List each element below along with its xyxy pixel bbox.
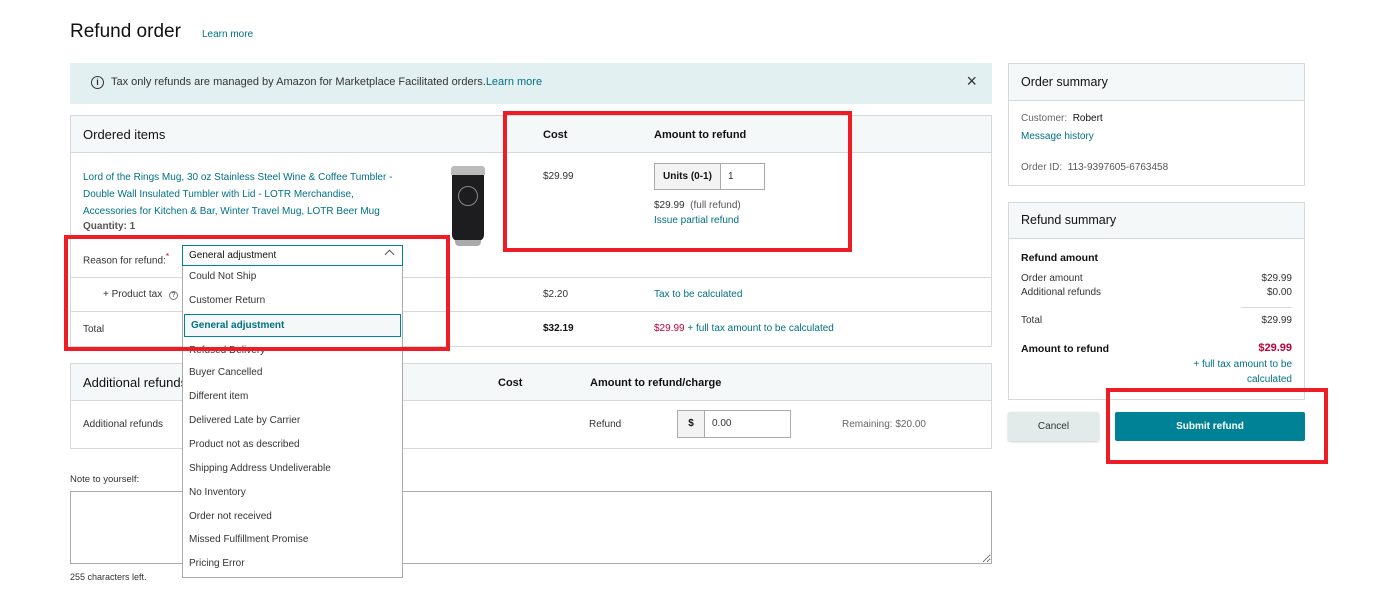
- tax-label-text: + Product tax: [103, 289, 163, 300]
- reason-option[interactable]: Pricing Error: [183, 553, 402, 575]
- reason-option[interactable]: No Inventory: [183, 482, 402, 504]
- info-icon: i: [91, 76, 104, 89]
- units-input[interactable]: 1: [721, 164, 734, 189]
- reason-option[interactable]: Refused Delivery: [183, 340, 402, 362]
- additional-refunds-summary: $0.00: [1266, 287, 1292, 298]
- learn-more-link[interactable]: Learn more: [202, 29, 253, 40]
- amount-to-refund: $29.99: [1258, 342, 1292, 354]
- reason-option[interactable]: Order not received: [183, 506, 402, 528]
- submit-refund-button[interactable]: Submit refund: [1115, 412, 1305, 441]
- product-tax-label: + Product tax ?: [103, 289, 178, 300]
- help-icon[interactable]: ?: [168, 291, 178, 300]
- quantity-value: 1: [129, 221, 136, 232]
- quantity: Quantity: 1: [83, 221, 135, 232]
- tax-amount: Tax to be calculated: [654, 289, 743, 300]
- amount-to-refund-note: + full tax amount to be calculated: [1193, 359, 1292, 385]
- product-image: [449, 166, 487, 248]
- amount-to-refund-label: Amount to refund: [1021, 343, 1110, 355]
- order-summary-header: Order summary: [1021, 75, 1108, 89]
- note-label: Note to yourself:: [70, 474, 140, 485]
- reason-option[interactable]: Delivered Late by Carrier: [183, 410, 402, 432]
- summary-total-label: Total: [1021, 315, 1043, 326]
- reason-selected-value: General adjustment: [189, 250, 277, 261]
- additional-refunds-label: Additional refunds: [83, 419, 164, 430]
- amount-header: Amount to refund: [654, 129, 747, 141]
- reason-option[interactable]: Different item: [183, 386, 402, 408]
- cancel-button[interactable]: Cancel: [1008, 412, 1099, 441]
- banner-text: Tax only refunds are managed by Amazon f…: [111, 76, 542, 88]
- total-refund-note: + full tax amount to be calculated: [687, 323, 834, 334]
- reason-option[interactable]: Shipping Address Undeliverable: [183, 458, 402, 480]
- ordered-items-header: Ordered items: [83, 127, 166, 142]
- refund-type: Refund: [589, 419, 622, 430]
- remaining-amount: Remaining: $20.00: [842, 419, 926, 430]
- customer-name: Robert: [1072, 113, 1103, 124]
- reason-option[interactable]: Could Not Ship: [183, 266, 402, 288]
- additional-amount-header: Amount to refund/charge: [590, 377, 722, 389]
- additional-refunds-header: Additional refunds: [83, 375, 188, 390]
- total-cost: $32.19: [543, 323, 574, 334]
- banner-message: Tax only refunds are managed by Amazon f…: [111, 76, 486, 88]
- cost-header: Cost: [543, 129, 568, 141]
- total-refund-value: $29.99: [654, 323, 685, 334]
- chars-left: 255 characters left.: [70, 572, 147, 582]
- chevron-up-icon: [384, 249, 395, 260]
- banner-learn-more-link[interactable]: Learn more: [486, 76, 542, 88]
- issue-partial-refund-link[interactable]: Issue partial refund: [654, 215, 739, 226]
- order-summary-card: Order summary Customer: Robert Message h…: [1008, 63, 1305, 186]
- additional-refunds-summary-label: Additional refunds: [1021, 287, 1102, 298]
- reason-dropdown-list: Could Not Ship Customer Return General a…: [182, 266, 403, 578]
- close-icon[interactable]: ×: [966, 71, 977, 92]
- customer: Customer: Robert: [1021, 113, 1103, 124]
- reason-select[interactable]: General adjustment: [182, 245, 403, 266]
- product-title-link[interactable]: Lord of the Rings Mug, 30 oz Stainless S…: [83, 169, 408, 220]
- item-cost: $29.99: [543, 171, 574, 182]
- units-label: Units (0-1): [655, 164, 721, 189]
- additional-cost-header: Cost: [498, 377, 523, 389]
- total-refund: $29.99 + full tax amount to be calculate…: [654, 323, 834, 334]
- reason-option[interactable]: Missed Fulfillment Promise: [183, 529, 402, 551]
- page-title: Refund order: [70, 21, 181, 42]
- summary-total: $29.99: [1261, 315, 1292, 326]
- currency-label: $: [678, 411, 705, 437]
- customer-label: Customer:: [1021, 113, 1068, 124]
- reason-label-text: Reason for refund:: [83, 255, 166, 267]
- additional-refund-input[interactable]: $ 0.00: [677, 410, 791, 438]
- message-history-link[interactable]: Message history: [1021, 131, 1094, 142]
- units-stepper[interactable]: Units (0-1) 1: [654, 163, 765, 190]
- refund-summary-card: Refund summary Refund amount Order amoun…: [1008, 202, 1305, 400]
- reason-option-selected[interactable]: General adjustment: [184, 314, 401, 337]
- refund-amount: $29.99 (full refund): [654, 200, 741, 211]
- info-banner: i Tax only refunds are managed by Amazon…: [70, 63, 992, 104]
- order-id-label: Order ID:: [1021, 162, 1063, 173]
- reason-option[interactable]: Product not as described: [183, 434, 402, 456]
- refund-value-input[interactable]: 0.00: [705, 411, 731, 437]
- tax-cost: $2.20: [543, 289, 569, 300]
- order-id-value: 113-9397605-6763458: [1067, 162, 1169, 173]
- reason-label: Reason for refund:*: [83, 251, 169, 266]
- order-id: Order ID: 113-9397605-6763458: [1021, 162, 1168, 173]
- reason-option[interactable]: Customer Return: [183, 290, 402, 312]
- refund-amount-section: Refund amount: [1021, 252, 1098, 264]
- order-amount-label: Order amount: [1021, 273, 1083, 284]
- quantity-label: Quantity:: [83, 221, 127, 232]
- refund-amount-value: $29.99: [654, 200, 685, 211]
- required-mark: *: [165, 251, 170, 261]
- reason-option[interactable]: Buyer Cancelled: [183, 362, 402, 384]
- total-label: Total: [83, 324, 105, 335]
- refund-summary-header: Refund summary: [1021, 213, 1117, 227]
- order-amount: $29.99: [1261, 273, 1292, 284]
- refund-note: (full refund): [690, 200, 741, 211]
